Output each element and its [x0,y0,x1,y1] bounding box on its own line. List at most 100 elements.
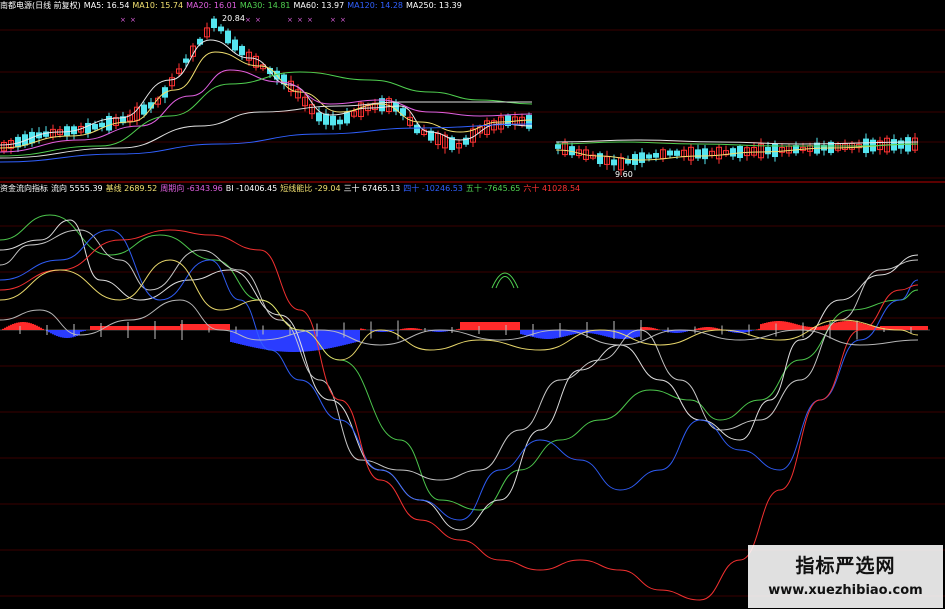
histogram-bar-negative [254,330,256,348]
histogram-bar-positive [924,326,926,330]
histogram-bar-negative [286,330,288,352]
histogram-bar-negative [526,330,528,336]
histogram-bar-negative [662,330,664,331]
price-legend-item: MA5: 16.54 [83,1,130,10]
histogram-bar-positive [842,321,844,330]
histogram-bar-positive [360,328,362,330]
histogram-bar-positive [770,321,772,330]
histogram-bar-negative [604,330,606,337]
histogram-bar-positive [408,328,410,330]
candle [323,113,329,125]
indicator-legend: 资金流向指标 流向 5555.39 基线 2689.52 周期向 -6343.96 BI… [0,184,583,194]
histogram-bar-positive [362,328,364,330]
histogram-bar-positive [838,321,840,330]
histogram-bar-positive [490,322,492,330]
histogram-bar-negative [616,330,618,339]
indicator-legend-item: 六十 41028.54 [523,184,581,193]
histogram-bar-negative [312,330,314,351]
histogram-bar-positive [150,326,152,330]
histogram-bar-negative [330,330,332,348]
histogram-bar-positive [224,324,226,330]
histogram-bar-positive [460,322,462,330]
histogram-bar-positive [26,322,28,330]
histogram-bar-negative [324,330,326,350]
histogram-bar-positive [904,326,906,330]
histogram-bar-positive [486,322,488,330]
histogram-bar-positive [108,326,110,330]
histogram-bar-negative [602,330,604,336]
candle [625,159,631,164]
candle [646,154,652,159]
watermark-url: www.xuezhibiao.com [768,583,923,598]
histogram-bar-positive [144,326,146,330]
histogram-bar-negative [596,330,598,335]
signal-marker: × [120,16,126,24]
watermark-title: 指标严选网 [795,555,896,577]
histogram-bar-positive [120,326,122,330]
price-legend-item: MA250: 13.39 [406,1,462,10]
candle [639,152,645,163]
signal-marker: × [245,16,251,24]
histogram-bar-positive [400,329,402,330]
histogram-bar-positive [146,326,148,330]
histogram-bar-positive [902,326,904,330]
histogram-bar-negative [550,330,552,339]
histogram-bar-positive [784,321,786,330]
histogram-bar-positive [458,328,460,330]
histogram-bar-positive [514,322,516,330]
histogram-bar-positive [646,327,648,330]
histogram-bar-negative [280,330,282,352]
line-flow [0,219,919,531]
histogram-bar-positive [762,323,764,330]
histogram-bar-negative [84,330,86,331]
candle [211,18,217,29]
histogram-bar-positive [158,326,160,330]
histogram-bar-positive [654,328,656,330]
indicator-legend-item: 五十 -7645.65 [465,184,521,193]
price-panel: × × × × × × × × ×20.849.60 [0,14,919,179]
histogram-bar-positive [40,327,42,330]
histogram-bar-positive [110,326,112,330]
histogram-bar-positive [710,327,712,330]
histogram-bar-positive [172,326,174,330]
histogram-bar-positive [788,322,790,330]
histogram-bar-negative [606,330,608,337]
histogram-bar-positive [404,328,406,330]
histogram-bar-positive [24,322,26,330]
histogram-bar-positive [510,322,512,330]
histogram-bar-negative [54,330,56,336]
histogram-bar-positive [492,322,494,330]
histogram-bar-positive [136,326,138,330]
histogram-bar-negative [282,330,284,352]
histogram-bar-positive [820,326,822,330]
candle [737,146,743,158]
histogram-bar-positive [36,325,38,330]
chart-canvas[interactable]: × × × × × × × × ×20.849.60 [0,0,945,609]
histogram-bar-positive [118,326,120,330]
histogram-bar-positive [406,328,408,330]
histogram-bar-positive [14,323,16,330]
histogram-bar-positive [140,326,142,330]
histogram-bar-positive [114,326,116,330]
price-legend-item: MA20: 16.01 [186,1,237,10]
indicator-legend-item: 四十 -10246.53 [403,184,463,193]
histogram-bar-positive [760,324,762,330]
histogram-bar-positive [186,324,188,330]
histogram-bar-positive [16,322,18,330]
histogram-bar-positive [756,329,758,330]
histogram-bar-positive [420,329,422,330]
candle [667,150,673,156]
histogram-bar-positive [170,326,172,330]
histogram-bar-negative [332,330,334,348]
histogram-bar-negative [358,330,360,342]
histogram-bar-positive [474,322,476,330]
histogram-bar-negative [752,330,754,331]
histogram-bar-negative [620,330,622,339]
histogram-bar-positive [488,322,490,330]
low-price-label: 9.60 [615,170,633,179]
histogram-bar-positive [462,322,464,330]
histogram-bar-positive [806,326,808,330]
stock-chart-window: × × × × × × × × × 20.84 9.60 南都电源(日线 前复权) MA5: 16.5… [0,0,945,609]
high-price-label: 20.84 [222,14,245,23]
histogram-bar-positive [192,324,194,330]
